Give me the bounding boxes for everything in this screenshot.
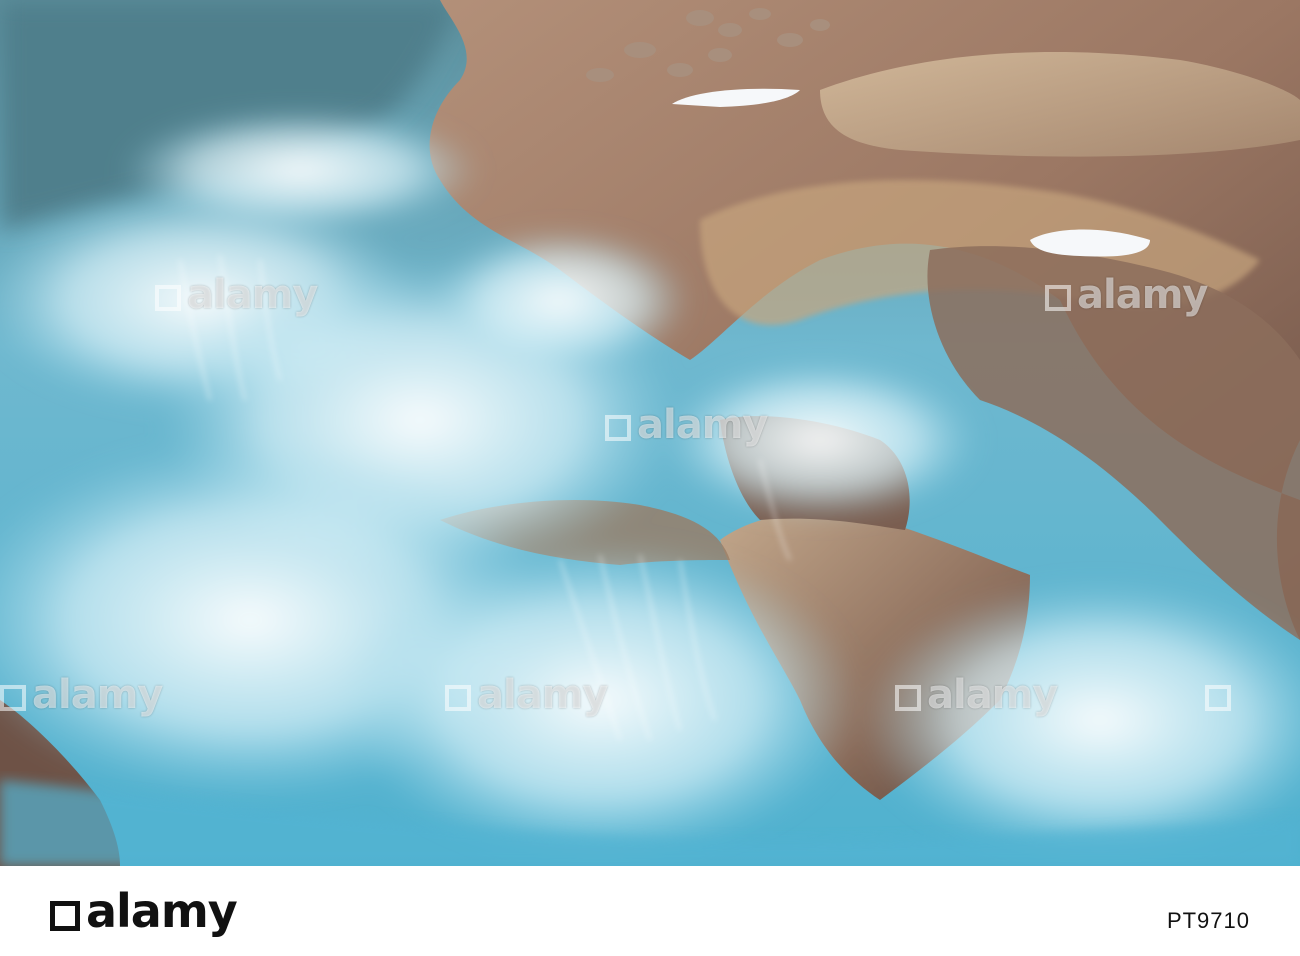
stock-image-id: PT9710 bbox=[1166, 908, 1250, 933]
alamy-logo[interactable]: alamy bbox=[50, 884, 238, 938]
logo-square-icon bbox=[50, 901, 80, 931]
watermark: alamy bbox=[445, 672, 608, 718]
watermark: alamy bbox=[0, 672, 163, 718]
watermark bbox=[1205, 672, 1237, 718]
stock-photo-page: alamy alamy alamy alamy alamy alamy alam… bbox=[0, 0, 1300, 956]
watermark: alamy bbox=[1045, 272, 1208, 318]
watermark: alamy bbox=[605, 402, 768, 448]
watermark: alamy bbox=[155, 272, 318, 318]
footer-bar: alamy PT9710 bbox=[0, 866, 1300, 956]
river-rapids-photo: alamy alamy alamy alamy alamy alamy bbox=[0, 0, 1300, 866]
watermark: alamy bbox=[895, 672, 1058, 718]
